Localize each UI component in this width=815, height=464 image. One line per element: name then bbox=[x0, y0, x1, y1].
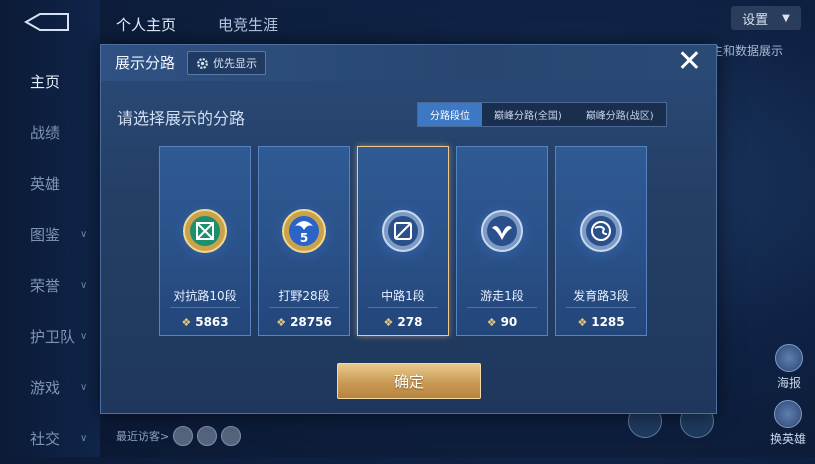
sidebar-item-label: 英雄 bbox=[30, 175, 61, 193]
confirm-label: 确定 bbox=[393, 372, 424, 391]
sidebar-item-game[interactable]: 游戏 ∨ bbox=[0, 362, 100, 413]
svg-text:5: 5 bbox=[300, 231, 308, 245]
data-display-text: 主和数据展示 bbox=[710, 44, 783, 58]
roam-emblem bbox=[470, 199, 534, 263]
chevron-down-icon: ∨ bbox=[80, 382, 88, 393]
lane-card-mid[interactable]: 中路1段 ❖ 278 bbox=[357, 146, 449, 336]
rank-icon: ❖ bbox=[181, 316, 192, 329]
sidebar-item-label: 主页 bbox=[30, 73, 61, 91]
close-icon[interactable]: ✕ bbox=[677, 47, 702, 77]
poster-label: 海报 bbox=[776, 376, 801, 390]
change-hero-label: 换英雄 bbox=[769, 432, 806, 446]
card-divider bbox=[170, 307, 240, 308]
tab-peak-region[interactable]: 巅峰分路(战区) bbox=[574, 103, 666, 126]
lane-score: ❖ 28756 bbox=[276, 315, 332, 329]
lane-name: 对抗路10段 bbox=[173, 289, 237, 303]
change-hero-button[interactable]: 换英雄 bbox=[768, 400, 808, 447]
chevron-down-icon: ▼ bbox=[782, 12, 790, 24]
sidebar-item-label: 游戏 bbox=[30, 379, 61, 397]
jungle-emblem: 5 bbox=[272, 199, 336, 263]
lane-score: ❖ 5863 bbox=[181, 315, 229, 329]
card-divider bbox=[368, 307, 438, 308]
rank-icon: ❖ bbox=[383, 316, 394, 329]
lane-card-list: 对抗路10段 ❖ 5863 5 打野28段 ❖ 28756 中路1段 ❖ 278… bbox=[159, 146, 647, 336]
tab-lane-rank[interactable]: 分路段位 bbox=[418, 103, 482, 126]
sidebar: 主页 战绩 英雄 图鉴 ∨ 荣誉 ∨ 护卫队 ∨ 游戏 ∨ 社交 ∨ bbox=[0, 56, 100, 464]
lane-card-roam[interactable]: 游走1段 ❖ 90 bbox=[456, 146, 548, 336]
sidebar-item-label: 社交 bbox=[30, 430, 61, 448]
settings-label: 设置 bbox=[742, 12, 769, 28]
visitor-avatar[interactable] bbox=[221, 426, 242, 446]
tab-personal-home[interactable]: 个人主页 bbox=[116, 14, 176, 35]
rank-icon: ❖ bbox=[577, 316, 588, 329]
lane-mode-tabs: 分路段位 巅峰分路(全国) 巅峰分路(战区) bbox=[417, 102, 667, 127]
sidebar-item-guard[interactable]: 护卫队 ∨ bbox=[0, 311, 100, 362]
chevron-down-icon: ∨ bbox=[80, 433, 88, 444]
sidebar-item-label: 护卫队 bbox=[30, 328, 76, 346]
lane-score: ❖ 1285 bbox=[577, 315, 625, 329]
sidebar-item-social[interactable]: 社交 ∨ bbox=[0, 413, 100, 464]
chevron-down-icon: ∨ bbox=[80, 229, 88, 240]
lane-name: 发育路3段 bbox=[573, 289, 629, 303]
visitor-avatar[interactable] bbox=[173, 426, 194, 446]
lane-name: 中路1段 bbox=[381, 289, 425, 303]
change-hero-icon bbox=[774, 400, 802, 428]
farm-lane-emblem bbox=[569, 199, 633, 263]
back-arrow-icon[interactable] bbox=[22, 10, 72, 34]
lane-card-jungle[interactable]: 5 打野28段 ❖ 28756 bbox=[258, 146, 350, 336]
chevron-down-icon: ∨ bbox=[80, 280, 88, 291]
lane-display-dialog: 展示分路 优先显示 ✕ 请选择展示的分路 分路段位 巅峰分路(全国) 巅峰分路(… bbox=[100, 44, 717, 414]
sidebar-item-heroes[interactable]: 英雄 bbox=[0, 158, 100, 209]
dialog-subtitle: 请选择展示的分路 bbox=[117, 109, 246, 128]
visitor-avatar[interactable] bbox=[197, 426, 218, 446]
gear-icon bbox=[197, 57, 208, 69]
sidebar-item-honor[interactable]: 荣誉 ∨ bbox=[0, 260, 100, 311]
sidebar-item-record[interactable]: 战绩 bbox=[0, 107, 100, 158]
dialog-title: 展示分路 bbox=[115, 54, 176, 72]
chevron-down-icon: ∨ bbox=[80, 331, 88, 342]
sidebar-item-label: 荣誉 bbox=[30, 277, 61, 295]
priority-display-label: 优先显示 bbox=[213, 57, 257, 70]
recent-visitors[interactable]: 最近访客> bbox=[116, 426, 242, 446]
lane-score: ❖ 90 bbox=[486, 315, 518, 329]
sidebar-item-codex[interactable]: 图鉴 ∨ bbox=[0, 209, 100, 260]
lane-card-farm[interactable]: 发育路3段 ❖ 1285 bbox=[555, 146, 647, 336]
rank-icon: ❖ bbox=[276, 316, 287, 329]
poster-icon bbox=[775, 344, 803, 372]
lane-card-clash[interactable]: 对抗路10段 ❖ 5863 bbox=[159, 146, 251, 336]
sidebar-item-home[interactable]: 主页 bbox=[0, 56, 100, 107]
clash-lane-emblem bbox=[173, 199, 237, 263]
lane-score: ❖ 278 bbox=[383, 315, 423, 329]
card-divider bbox=[467, 307, 537, 308]
priority-display-button[interactable]: 优先显示 bbox=[187, 51, 266, 75]
lane-name: 打野28段 bbox=[278, 289, 330, 303]
confirm-button[interactable]: 确定 bbox=[337, 363, 481, 399]
sidebar-item-label: 战绩 bbox=[30, 124, 61, 142]
settings-button[interactable]: 设置 ▼ bbox=[731, 6, 801, 30]
card-divider bbox=[566, 307, 636, 308]
lane-name: 游走1段 bbox=[480, 289, 524, 303]
mid-lane-emblem bbox=[371, 199, 435, 263]
tab-peak-national[interactable]: 巅峰分路(全国) bbox=[482, 103, 574, 126]
recent-visitors-label: 最近访客> bbox=[116, 430, 170, 443]
rank-icon: ❖ bbox=[486, 316, 497, 329]
sidebar-item-label: 图鉴 bbox=[30, 226, 61, 244]
tab-esports-career[interactable]: 电竞生涯 bbox=[218, 14, 278, 35]
card-divider bbox=[269, 307, 339, 308]
poster-button[interactable]: 海报 bbox=[772, 344, 806, 391]
